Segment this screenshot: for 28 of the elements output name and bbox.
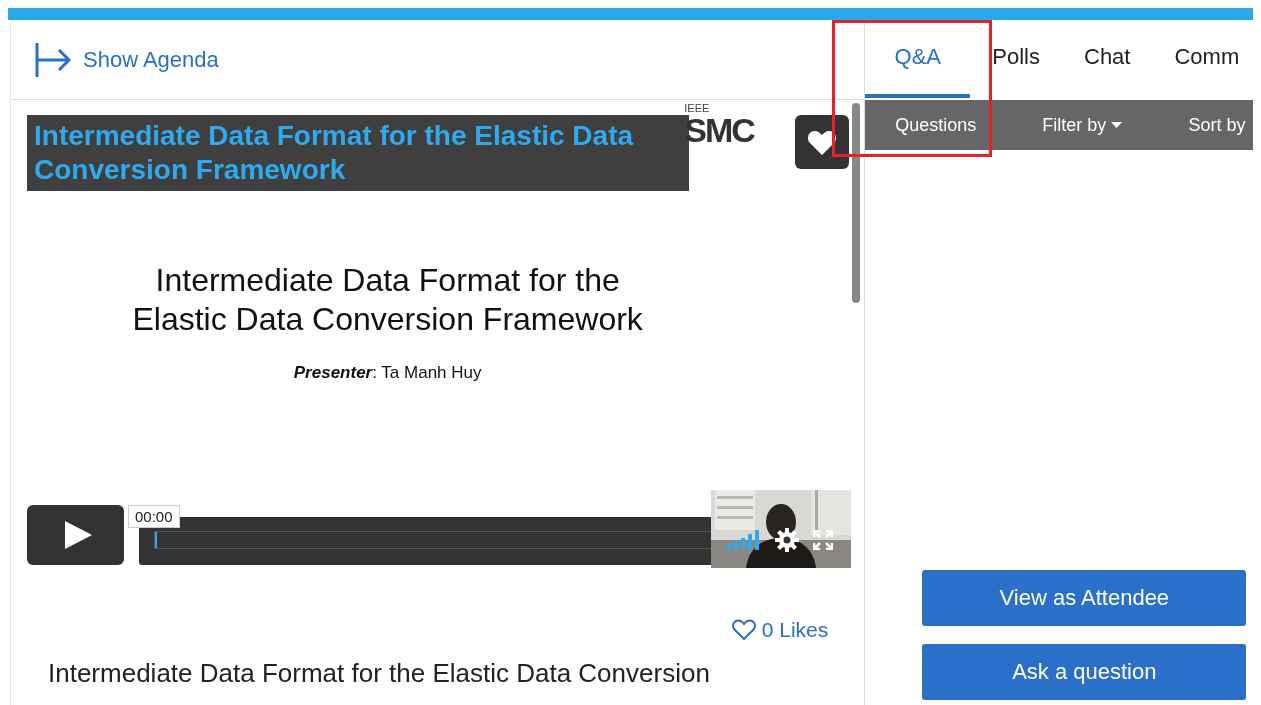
like-button[interactable]: [795, 115, 849, 169]
time-tooltip: 00:00: [128, 505, 180, 528]
presenter-text: Presenter: Ta Manh Huy: [293, 363, 482, 383]
scrollbar-thumb[interactable]: [852, 103, 860, 303]
tab[interactable]: Comm: [1152, 20, 1240, 98]
video-title: Intermediate Data Format for the Elastic Data Conversion Framework: [27, 115, 689, 191]
slide-org-text: IEEE: [684, 102, 711, 114]
caret-icon: [1111, 122, 1123, 128]
show-agenda-link[interactable]: Show Agenda: [83, 46, 219, 73]
heart-outline-icon: [731, 619, 756, 641]
session-title: Intermediate Data Format for the Elastic Data Conversion: [47, 657, 711, 689]
progress-track[interactable]: [154, 531, 713, 549]
tab[interactable]: Polls: [970, 20, 1062, 98]
heart-icon: [807, 128, 837, 156]
tab[interactable]: Chat: [1062, 20, 1153, 98]
action-button[interactable]: View as Attendee: [922, 570, 1247, 626]
play-button[interactable]: [27, 505, 124, 565]
volume-bars-icon[interactable]: [727, 530, 761, 550]
slide-title-line: Intermediate Data Format for the: [154, 261, 621, 300]
settings-icon[interactable]: [775, 528, 799, 552]
play-icon: [62, 520, 93, 550]
fullscreen-icon[interactable]: [813, 530, 833, 550]
slide-title-line: Elastic Data Conversion Framework: [132, 300, 643, 339]
filter-dropdown[interactable]: Filter by: [1042, 114, 1123, 136]
likes-link[interactable]: 0 Likes: [731, 618, 829, 642]
toolbar-item[interactable]: Questions: [895, 114, 977, 136]
action-button[interactable]: Ask a question: [922, 644, 1247, 700]
toolbar-item[interactable]: Sort by: [1188, 114, 1246, 136]
